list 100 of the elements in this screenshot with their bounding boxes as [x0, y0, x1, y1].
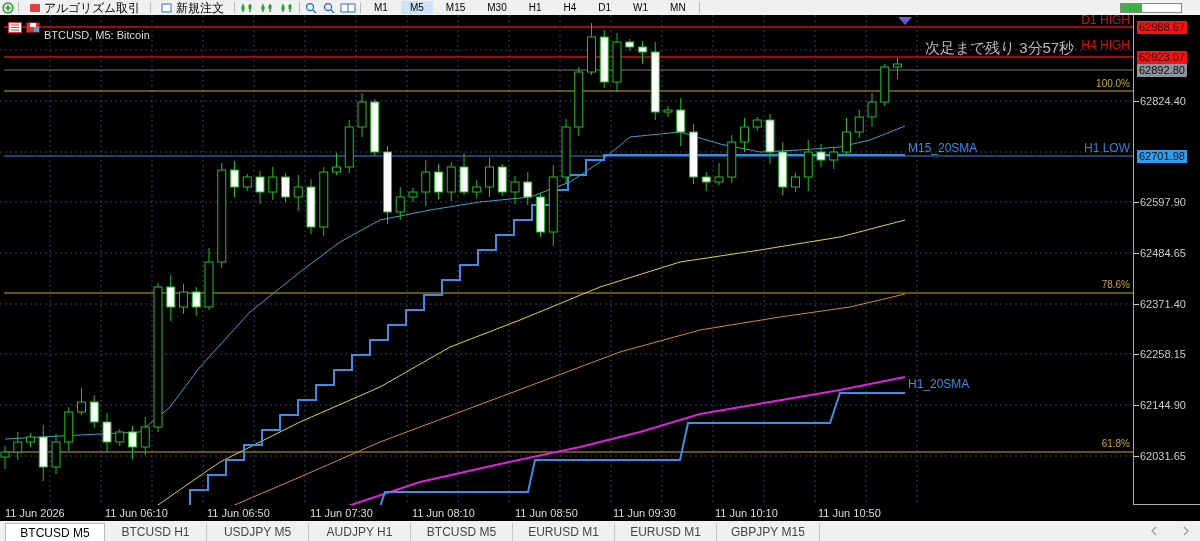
- candle: [51, 433, 61, 475]
- candle: [727, 134, 737, 184]
- candle: [752, 116, 762, 132]
- candle: [115, 428, 125, 447]
- price-label: 62371.40: [1140, 298, 1186, 310]
- level-label: 61.8%: [1101, 438, 1130, 450]
- candle: [204, 247, 214, 311]
- candle: [166, 274, 176, 322]
- candle: [472, 179, 482, 199]
- candle: [497, 163, 507, 197]
- candle: [102, 412, 112, 453]
- price-tag: 62988.67: [1137, 21, 1187, 34]
- time-label: 11 Jun 07:30: [310, 507, 373, 519]
- timeframe-button[interactable]: H1: [519, 1, 551, 14]
- candle: [446, 161, 456, 202]
- candle: [778, 141, 788, 196]
- time-label: 11 Jun 06:50: [207, 507, 270, 519]
- candle: [854, 109, 864, 139]
- price-tag: 62701.98: [1137, 150, 1187, 163]
- time-label: 11 Jun 08:10: [412, 507, 475, 519]
- chart-tab[interactable]: BTCUSD M5: [5, 523, 105, 541]
- candle: [255, 170, 265, 205]
- candle: [689, 123, 698, 185]
- level-label: 100.0%: [1096, 78, 1130, 90]
- candle: [536, 192, 545, 238]
- save-icon[interactable]: [26, 22, 40, 33]
- candle: [638, 40, 647, 65]
- candle: [281, 172, 290, 203]
- level-label: 78.6%: [1101, 279, 1130, 291]
- timeframe-button[interactable]: M30: [478, 1, 516, 14]
- level-label: D1 HIGH: [1081, 15, 1130, 26]
- price-label: 62144.90: [1140, 399, 1186, 411]
- candle: [880, 63, 890, 107]
- candle: [765, 113, 775, 165]
- candle: [510, 175, 520, 205]
- candle: [332, 152, 341, 176]
- candle: [701, 171, 711, 192]
- tile-windows-icon[interactable]: [340, 2, 356, 13]
- candle: [13, 431, 23, 461]
- candle: [242, 173, 252, 192]
- candle: [128, 425, 137, 460]
- chart-title: BTCUSD, M5: Bitcoin: [44, 29, 150, 41]
- candle: [803, 139, 813, 192]
- time-label: 11 Jun 10:50: [818, 507, 881, 519]
- time-label: 11 Jun 08:50: [515, 507, 578, 519]
- timeframe-button[interactable]: M15: [436, 1, 475, 14]
- candle: [842, 117, 851, 156]
- scroll-right-icon[interactable]: [1182, 526, 1190, 536]
- candle: [867, 92, 877, 128]
- timeframe-button[interactable]: D1: [589, 1, 621, 14]
- timeframe-button[interactable]: M1: [365, 1, 397, 14]
- candle: [26, 432, 35, 448]
- time-label: 11 Jun 2026: [5, 507, 65, 519]
- candle: [140, 416, 150, 456]
- candle: [89, 394, 99, 429]
- candle: [599, 29, 609, 89]
- price-label: 62824.40: [1140, 95, 1186, 107]
- level-meter: [1120, 2, 1182, 13]
- candle: [357, 92, 367, 138]
- zoom-out-icon[interactable]: [322, 2, 336, 13]
- toolbar-button[interactable]: 新規注文: [155, 0, 230, 15]
- timeframe-button[interactable]: W1: [624, 1, 658, 14]
- candle: [459, 152, 469, 196]
- level-label: H1 LOW: [1084, 142, 1130, 154]
- toolbar-button[interactable]: アルゴリズム取引: [23, 0, 146, 15]
- candle: [485, 157, 494, 198]
- price-label: 62597.90: [1140, 196, 1186, 208]
- candle: [191, 286, 201, 317]
- candle: [319, 166, 329, 237]
- candle: [829, 146, 839, 170]
- price-label: 62484.65: [1140, 247, 1186, 259]
- price-label: 62258.15: [1140, 348, 1186, 360]
- timeframe-button[interactable]: H4: [554, 1, 586, 14]
- candle: [268, 166, 278, 201]
- countdown-text: 次足まで残り 3分57秒: [925, 39, 1075, 56]
- candle: [663, 105, 673, 118]
- price-tag: 62923.07: [1137, 51, 1187, 64]
- add-icon[interactable]: [2, 1, 14, 14]
- price-label: 62031.65: [1140, 450, 1186, 462]
- candle: [587, 22, 596, 76]
- line-label: H1_20SMA: [908, 378, 970, 390]
- timeframe-button[interactable]: MN: [661, 1, 695, 14]
- timeframe-button[interactable]: M5: [400, 1, 433, 14]
- time-label: 11 Jun 10:10: [715, 507, 778, 519]
- candle: [395, 186, 405, 221]
- candle-chart-icon[interactable]: [239, 2, 255, 13]
- candle: [791, 172, 800, 193]
- candle: [306, 178, 316, 235]
- scroll-left-icon[interactable]: [1150, 526, 1158, 536]
- level-label: H4 HIGH: [1081, 39, 1130, 51]
- candle: [625, 38, 635, 52]
- zoom-in-icon[interactable]: [304, 2, 318, 13]
- time-label: 11 Jun 09:30: [613, 507, 676, 519]
- list-icon[interactable]: [8, 22, 22, 33]
- candle: [370, 98, 380, 157]
- candle: [434, 163, 443, 200]
- candle: [523, 171, 533, 206]
- price-tag: 62892.80: [1137, 64, 1187, 77]
- candle: [740, 117, 749, 153]
- candle: [179, 283, 188, 315]
